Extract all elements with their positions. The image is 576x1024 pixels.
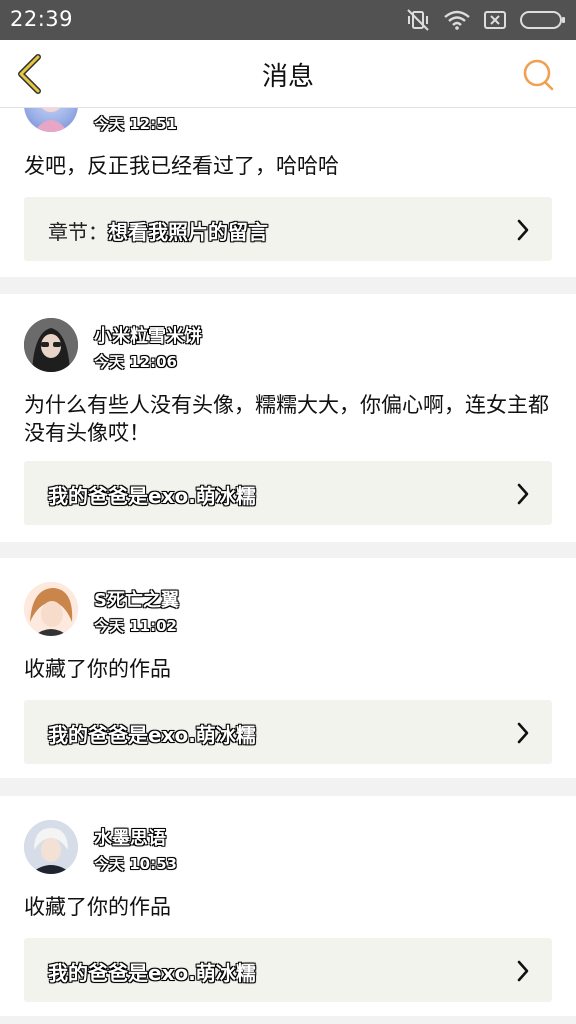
username[interactable]: 水墨思语 [94,824,166,850]
status-time: 22:39 [10,7,74,31]
search-button[interactable] [522,58,556,92]
no-sim-icon [484,10,506,30]
avatar-image [24,318,78,372]
search-icon [523,59,554,91]
avatar-image [24,820,78,874]
status-bar: 22:39 [0,0,576,40]
reference-link[interactable]: 我的爸爸是exo.萌冰糯 [24,938,552,1002]
message-time: 今天 12:06 [94,353,177,371]
reference-title: 我的爸爸是exo.萌冰糯 [48,961,256,985]
chevron-right-icon [517,483,529,505]
wifi-icon [444,10,470,30]
avatar[interactable] [24,582,78,636]
chevron-right-icon [517,722,529,744]
message-text: 收藏了你的作品 [24,657,171,681]
reference-link[interactable]: 章节：想看我照片的留言 [24,197,552,261]
reference-title: 我的爸爸是exo.萌冰糯 [48,484,256,508]
message-time: 今天 12:51 [94,115,177,133]
message-card: 小米粒雪米饼 今天 12:06 为什么有些人没有头像，糯糯大大，你偏心啊，连女主… [0,294,576,542]
message-card: 水墨思语 今天 10:53 收藏了你的作品 我的爸爸是exo.萌冰糯 [0,796,576,1016]
message-time: 今天 10:53 [94,855,177,873]
reference-name: 想看我照片的留言 [108,220,268,244]
avatar-image [24,582,78,636]
message-time: 今天 11:02 [94,617,177,635]
chevron-right-icon [517,219,529,241]
reference-prefix: 章节： [48,220,108,244]
battery-icon [520,10,566,30]
avatar[interactable] [24,820,78,874]
header: 消息 [0,40,576,108]
avatar[interactable] [24,108,78,132]
vibrate-off-icon [406,9,430,31]
message-card: S死亡之翼 今天 11:02 收藏了你的作品 我的爸爸是exo.萌冰糯 [0,558,576,778]
avatar-image [34,108,68,132]
page-title: 消息 [261,62,314,92]
reference-link[interactable]: 我的爸爸是exo.萌冰糯 [24,461,552,525]
message-card: 今天 12:51 发吧，反正我已经看过了，哈哈哈 章节：想看我照片的留言 [0,108,576,277]
status-icons [406,8,566,32]
reference-title: 我的爸爸是exo.萌冰糯 [48,723,256,747]
reference-link[interactable]: 我的爸爸是exo.萌冰糯 [24,700,552,764]
chevron-right-icon [517,960,529,982]
message-text: 发吧，反正我已经看过了，哈哈哈 [24,154,339,178]
avatar[interactable] [24,318,78,372]
message-text: 为什么有些人没有头像，糯糯大大，你偏心啊，连女主都没有头像哎！ [24,393,549,445]
message-feed[interactable]: 今天 12:51 发吧，反正我已经看过了，哈哈哈 章节：想看我照片的留言 小米粒… [0,108,576,1024]
username[interactable]: S死亡之翼 [94,586,179,612]
username[interactable]: 小米粒雪米饼 [94,322,202,348]
reference-title: 章节：想看我照片的留言 [48,216,268,245]
message-text: 收藏了你的作品 [24,895,171,919]
